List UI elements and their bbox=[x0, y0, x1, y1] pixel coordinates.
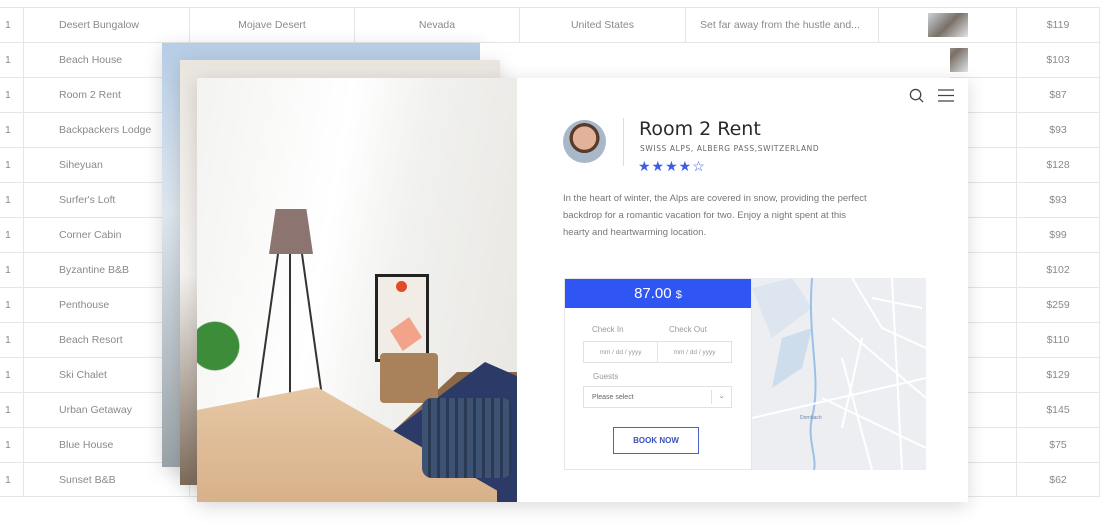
price-cell: $129 bbox=[1017, 358, 1100, 392]
divider bbox=[623, 118, 624, 166]
guests-label: Guests bbox=[593, 372, 619, 381]
row-number: 1 bbox=[0, 8, 24, 42]
row-number: 1 bbox=[0, 113, 24, 147]
price-cell: $99 bbox=[1017, 218, 1100, 252]
guests-value: Please select bbox=[592, 393, 634, 401]
price-cell: $103 bbox=[1017, 43, 1100, 77]
row-number: 1 bbox=[0, 323, 24, 357]
row-number: 1 bbox=[0, 78, 24, 112]
price-cell: $62 bbox=[1017, 463, 1100, 496]
guests-select[interactable]: Please select ⌄ bbox=[583, 386, 732, 408]
price-cell: $110 bbox=[1017, 323, 1100, 357]
row-number: 1 bbox=[0, 428, 24, 462]
price-value: 87.00 bbox=[634, 285, 672, 302]
book-now-button[interactable]: BOOK NOW bbox=[613, 427, 699, 454]
price-cell: $75 bbox=[1017, 428, 1100, 462]
price-cell: $93 bbox=[1017, 113, 1100, 147]
check-in-input[interactable]: mm / dd / yyyy bbox=[584, 342, 658, 362]
listing-location: SWISS ALPS, ALBERG PASS,SWITZERLAND bbox=[640, 144, 820, 153]
currency: $ bbox=[675, 289, 682, 301]
listing-title: Room 2 Rent bbox=[639, 118, 761, 140]
image-cell bbox=[879, 8, 1017, 42]
row-number: 1 bbox=[0, 393, 24, 427]
state-cell: Nevada bbox=[355, 8, 520, 42]
price-cell: $145 bbox=[1017, 393, 1100, 427]
price-cell: $87 bbox=[1017, 78, 1100, 112]
region-cell: Mojave Desert bbox=[190, 8, 355, 42]
row-number: 1 bbox=[0, 358, 24, 392]
map[interactable]: Dornbach bbox=[752, 278, 926, 470]
menu-icon[interactable] bbox=[938, 88, 954, 103]
thumbnail-image bbox=[927, 13, 968, 37]
row-number: 1 bbox=[0, 463, 24, 496]
background-card-header bbox=[480, 43, 950, 83]
description-cell: Set far away from the hustle and... bbox=[686, 8, 879, 42]
row-number: 1 bbox=[0, 253, 24, 287]
price-cell: $102 bbox=[1017, 253, 1100, 287]
check-out-label: Check Out bbox=[669, 325, 707, 334]
room-photo bbox=[197, 78, 517, 502]
price-cell: $93 bbox=[1017, 183, 1100, 217]
row-number: 1 bbox=[0, 43, 24, 77]
price-cell: $128 bbox=[1017, 148, 1100, 182]
row-number: 1 bbox=[0, 218, 24, 252]
check-out-input[interactable]: mm / dd / yyyy bbox=[658, 342, 731, 362]
map-label: Dornbach bbox=[800, 415, 822, 421]
search-icon[interactable] bbox=[909, 88, 924, 103]
name-cell: Sunset B&B bbox=[24, 463, 190, 496]
row-number: 1 bbox=[0, 183, 24, 217]
table-row[interactable]: 1 Desert Bungalow Mojave Desert Nevada Unite… bbox=[0, 7, 1100, 42]
name-cell: Desert Bungalow bbox=[24, 8, 190, 42]
listing-card: Room 2 Rent SWISS ALPS, ALBERG PASS,SWIT… bbox=[197, 78, 968, 502]
chevron-down-icon: ⌄ bbox=[711, 390, 731, 404]
check-in-label: Check In bbox=[592, 325, 624, 334]
row-number: 1 bbox=[0, 148, 24, 182]
price-banner: 87.00 $ bbox=[565, 279, 751, 308]
price-cell: $119 bbox=[1017, 8, 1100, 42]
row-number: 1 bbox=[0, 288, 24, 322]
star-rating: ★★★★☆ bbox=[638, 158, 706, 174]
price-cell: $259 bbox=[1017, 288, 1100, 322]
country-cell: United States bbox=[520, 8, 686, 42]
booking-form: 87.00 $ Check In Check Out mm / dd / yyy… bbox=[564, 278, 752, 470]
avatar bbox=[563, 120, 606, 163]
listing-description: In the heart of winter, the Alps are cov… bbox=[563, 193, 867, 238]
